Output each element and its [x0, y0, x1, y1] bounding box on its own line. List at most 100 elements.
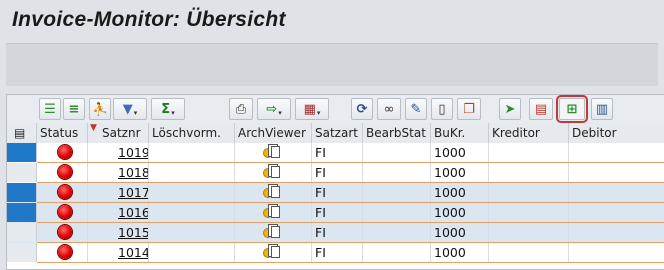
calendar-icon: ▤ [534, 101, 548, 117]
refresh-button[interactable]: ⟳ [351, 98, 373, 120]
bukr-cell: 1000 [431, 143, 489, 162]
find-button[interactable]: ⛹ [89, 98, 111, 120]
column-header-bukr[interactable]: BuKr. [431, 123, 489, 143]
table-row[interactable]: 1017 FI 1000 [7, 183, 664, 203]
satznr-cell: 1016 [88, 203, 149, 222]
debitor-cell [569, 243, 664, 262]
forward-icon: ➤ [504, 101, 516, 117]
satznr-link[interactable]: 1014 [118, 245, 148, 260]
archive-document-icon[interactable] [263, 244, 281, 260]
archviewer-cell [235, 203, 312, 222]
archive-document-icon[interactable] [263, 144, 281, 160]
satzart-cell: FI [312, 223, 363, 242]
satznr-link[interactable]: 1015 [118, 225, 148, 240]
satznr-cell: 1018 [88, 163, 149, 182]
archive-document-icon[interactable] [263, 184, 281, 200]
print-button[interactable]: ⎙ [229, 98, 253, 120]
alv-grid: ☰ ≡ ⛹ ▼ ▾ Σ ▾ ⎙ ⇨ ▾ ▦ ▾ ⟳ ∞ ✎ ▯ ❐ ➤ ▤ ⊞ ▥ ▤ … [6, 94, 664, 270]
sort-ascending-icon: ≡ [68, 101, 80, 117]
satzart-cell: FI [312, 243, 363, 262]
satznr-cell: 1014 [88, 243, 149, 262]
dropdown-arrow-icon: ▾ [316, 108, 321, 117]
hierarchy-button[interactable]: ⊞ [556, 95, 588, 123]
column-header-satznr[interactable]: ▼ Satznr [88, 123, 149, 143]
status-cell [37, 203, 88, 222]
loeschvorm-cell [149, 223, 235, 242]
archviewer-cell [235, 163, 312, 182]
table-header: ▤ Status ▼ Satznr Löschvorm. ArchViewer … [7, 123, 664, 144]
filter-button[interactable]: ▼ ▾ [113, 98, 147, 120]
debitor-cell [569, 223, 664, 242]
column-header-kreditor[interactable]: Kreditor [489, 123, 569, 143]
new-document-icon: ▯ [438, 101, 446, 117]
status-cell [37, 183, 88, 202]
new-document-button[interactable]: ▯ [431, 98, 453, 120]
satznr-link[interactable]: 1019 [118, 145, 148, 160]
copy-button[interactable]: ❐ [457, 98, 481, 120]
satzart-cell: FI [312, 143, 363, 162]
filter-icon: ▼ [122, 101, 133, 117]
archviewer-cell [235, 183, 312, 202]
debitor-cell [569, 203, 664, 222]
sum-button[interactable]: Σ ▾ [151, 98, 185, 120]
display-button[interactable]: ∞ [377, 98, 401, 120]
row-selector[interactable] [7, 223, 37, 242]
table-row[interactable]: 1019 FI 1000 [7, 143, 664, 163]
glasses-icon: ∞ [383, 101, 395, 117]
delete-button[interactable]: ▥ [591, 98, 613, 120]
column-header-satzart[interactable]: Satzart [312, 123, 363, 143]
table-row[interactable]: 1016 FI 1000 [7, 203, 664, 223]
table-row[interactable]: 1014 FI 1000 [7, 243, 664, 263]
satznr-cell: 1017 [88, 183, 149, 202]
table-row[interactable]: 1018 FI 1000 [7, 163, 664, 183]
table-row[interactable]: 1015 FI 1000 [7, 223, 664, 243]
row-selector[interactable] [7, 243, 37, 262]
column-header-bearbstat[interactable]: BearbStat [363, 123, 431, 143]
details-button[interactable]: ☰ [39, 98, 61, 120]
dropdown-arrow-icon: ▾ [278, 108, 282, 117]
row-selector[interactable] [7, 183, 37, 202]
status-red-icon [58, 165, 72, 179]
satznr-link[interactable]: 1017 [118, 185, 148, 200]
archive-document-icon[interactable] [263, 224, 281, 240]
layout-icon: ▦ [303, 101, 316, 117]
loeschvorm-cell [149, 243, 235, 262]
kreditor-cell [489, 243, 569, 262]
satznr-cell: 1015 [88, 223, 149, 242]
bearbstat-cell [363, 203, 431, 222]
forward-button[interactable]: ➤ [499, 98, 521, 120]
bukr-cell: 1000 [431, 203, 489, 222]
bearbstat-cell [363, 223, 431, 242]
status-cell [37, 243, 88, 262]
archive-document-icon[interactable] [263, 204, 281, 220]
archviewer-cell [235, 243, 312, 262]
edit-button[interactable]: ✎ [405, 98, 427, 120]
column-header-archviewer[interactable]: ArchViewer [235, 123, 312, 143]
calendar-button[interactable]: ▤ [529, 98, 553, 120]
kreditor-cell [489, 163, 569, 182]
column-header-status[interactable]: Status [37, 123, 88, 143]
column-header-debitor[interactable]: Debitor [569, 123, 664, 143]
loeschvorm-cell [149, 163, 235, 182]
debitor-cell [569, 143, 664, 162]
row-divider [37, 262, 664, 263]
bukr-cell: 1000 [431, 243, 489, 262]
status-cell [37, 143, 88, 162]
bukr-cell: 1000 [431, 163, 489, 182]
row-selector[interactable] [7, 203, 37, 222]
column-header-satznr-label: Satznr [102, 126, 141, 140]
export-button[interactable]: ⇨ ▾ [257, 98, 291, 120]
select-all-icon[interactable]: ▤ [7, 123, 37, 143]
row-selector[interactable] [7, 163, 37, 182]
archive-document-icon[interactable] [263, 164, 281, 180]
satznr-cell: 1019 [88, 143, 149, 162]
sort-button[interactable]: ≡ [63, 98, 85, 120]
layout-button[interactable]: ▦ ▾ [295, 98, 329, 120]
satznr-link[interactable]: 1016 [118, 205, 148, 220]
satznr-link[interactable]: 1018 [118, 165, 148, 180]
details-icon: ☰ [44, 101, 56, 117]
column-header-loeschvorm[interactable]: Löschvorm. [149, 123, 235, 143]
status-red-icon [58, 145, 72, 159]
kreditor-cell [489, 183, 569, 202]
row-selector[interactable] [7, 143, 37, 162]
